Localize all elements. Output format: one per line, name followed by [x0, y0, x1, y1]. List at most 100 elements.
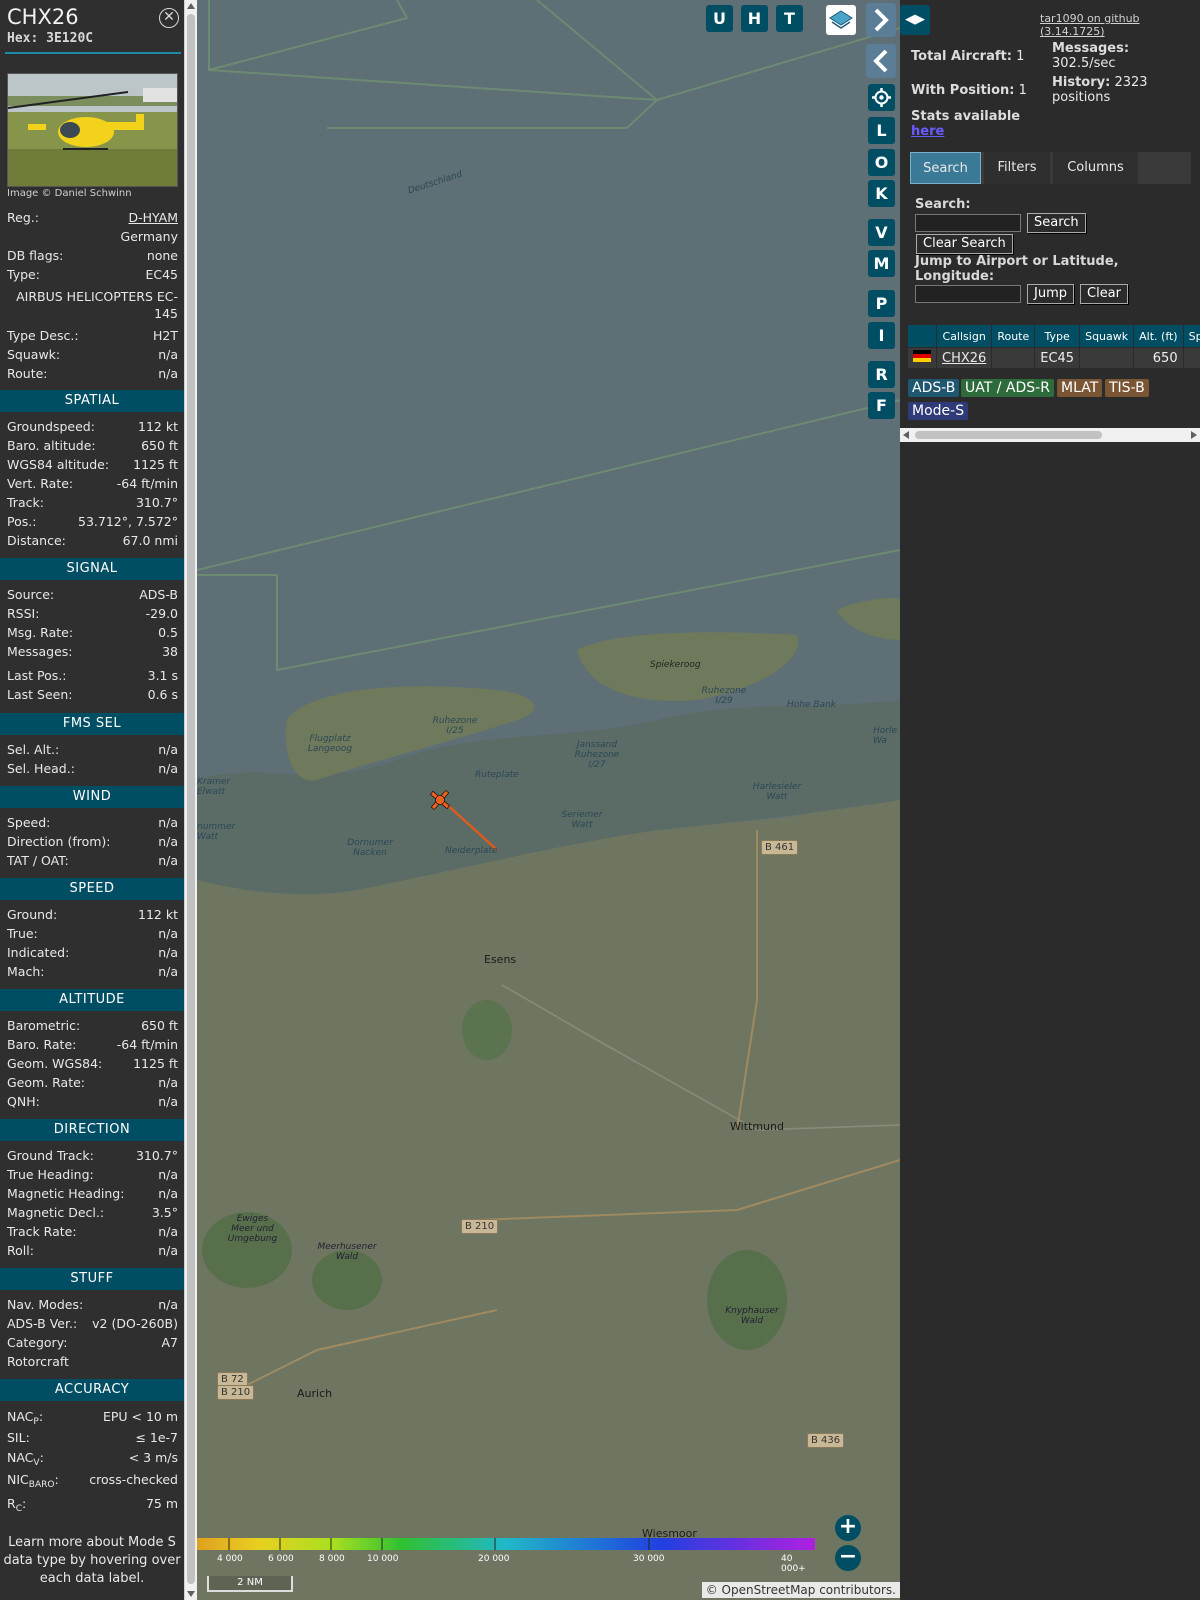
section-fms[interactable]: FMS SEL [0, 713, 184, 735]
section-stuff[interactable]: STUFF [0, 1268, 184, 1290]
indicated-value: n/a [158, 945, 178, 960]
mag-heading-label: Magnetic Heading: [7, 1186, 125, 1201]
qnh-row: QNH: n/a [7, 1094, 178, 1112]
jump-button[interactable]: Jump [1027, 284, 1074, 304]
last-seen-value: 0.6 s [147, 687, 178, 702]
clear-jump-button[interactable]: Clear [1080, 284, 1128, 304]
map-button-m[interactable]: M [868, 250, 895, 277]
type-value: EC45 [145, 267, 178, 282]
map-button-i[interactable]: I [868, 322, 895, 349]
indicated-label: Indicated: [7, 945, 70, 960]
table-scrollbar[interactable] [900, 428, 1200, 442]
row-callsign[interactable]: CHX26 [935, 347, 993, 369]
clear-search-button[interactable]: Clear Search [916, 234, 1013, 254]
altitude-legend: 4 000 6 000 8 000 10 000 20 000 30 000 4… [197, 1538, 817, 1574]
col-squawk[interactable]: Squawk [1079, 324, 1135, 348]
baro-rate-label: Baro. Rate: [7, 1037, 77, 1052]
scrollbar-thumb[interactable] [187, 14, 195, 1584]
col-speed[interactable]: Spd. [1182, 324, 1200, 348]
map-button-h[interactable]: H [741, 5, 768, 32]
label-kramer: Kramer Elwatt [197, 777, 231, 797]
search-input[interactable] [915, 214, 1021, 232]
source-chip-modes[interactable]: Mode-S [908, 402, 969, 420]
map-button-r[interactable]: R [868, 361, 895, 388]
col-type[interactable]: Type [1034, 324, 1081, 348]
reg-link[interactable]: D-HYAM [128, 210, 178, 225]
sel-alt-row: Sel. Alt.: n/a [7, 742, 178, 760]
map-button-o[interactable]: O [868, 149, 895, 176]
search-button[interactable]: Search [1027, 213, 1086, 233]
collapse-left-icon[interactable] [866, 44, 896, 78]
map-button-v[interactable]: V [868, 219, 895, 246]
scroll-down-icon[interactable] [187, 1591, 195, 1597]
alt-tick-40000: 40 000+ [781, 1554, 806, 1574]
section-speed[interactable]: SPEED [0, 878, 184, 900]
road-b436: B 436 [807, 1433, 845, 1448]
map-button-l[interactable]: L [868, 117, 895, 144]
road-b210: B 210 [461, 1219, 499, 1234]
label-neiderplate: Neiderplate [445, 846, 498, 856]
table-scrollbar-thumb[interactable] [915, 431, 1102, 439]
col-altitude[interactable]: Alt. (ft) [1133, 324, 1184, 348]
close-icon[interactable]: ✕ [159, 8, 179, 28]
sil-row: SIL: ≤ 1e-7 [7, 1430, 178, 1448]
track-label: Track: [7, 495, 44, 510]
alt-tick-4000: 4 000 [217, 1554, 243, 1564]
msg-rate-value: 0.5 [158, 625, 178, 640]
source-chip-uat[interactable]: UAT / ADS-R [961, 379, 1054, 397]
geom-wgs-row: Geom. WGS84: 1125 ft [7, 1056, 178, 1074]
scroll-left-icon[interactable] [903, 431, 909, 439]
jump-label: Jump to Airport or Latitude, Longitude: [915, 254, 1119, 284]
distance-label: Distance: [7, 533, 66, 548]
label-spiekeroog: Spiekeroog [650, 660, 701, 670]
layers-icon[interactable] [826, 5, 856, 35]
aircraft-photo[interactable] [7, 73, 178, 187]
col-callsign[interactable]: Callsign [935, 324, 993, 348]
true-heading-label: True Heading: [7, 1167, 94, 1182]
info-panel-scrollbar[interactable] [184, 0, 197, 1600]
zoom-out-button[interactable]: − [835, 1545, 861, 1571]
tab-search[interactable]: Search [910, 152, 981, 184]
map-view[interactable]: Deutschland Spiekeroog Ruhezone I/29 Hoh… [197, 0, 900, 1600]
swap-panels-icon[interactable]: ◀▶ [900, 5, 930, 35]
map-button-k[interactable]: K [868, 180, 895, 207]
table-row[interactable]: CHX26 EC45 650 [907, 347, 1200, 369]
map-button-p[interactable]: P [868, 290, 895, 317]
zoom-in-button[interactable]: + [835, 1515, 861, 1541]
stats-here-link[interactable]: here [911, 124, 944, 139]
source-label: Source: [7, 587, 55, 602]
scroll-right-icon[interactable] [1191, 431, 1197, 439]
section-wind[interactable]: WIND [0, 786, 184, 808]
source-chip-tisb[interactable]: TIS-B [1105, 379, 1149, 397]
source-chip-mlat[interactable]: MLAT [1057, 379, 1103, 397]
alt-tick-10000: 10 000 [367, 1554, 399, 1564]
section-direction[interactable]: DIRECTION [0, 1119, 184, 1141]
map-attribution[interactable]: © OpenStreetMap contributors. [701, 1582, 900, 1598]
github-link[interactable]: tar1090 on github (3.14.1725) [1040, 12, 1200, 38]
section-signal[interactable]: SIGNAL [0, 558, 184, 580]
section-altitude[interactable]: ALTITUDE [0, 989, 184, 1011]
col-route[interactable]: Route [991, 324, 1036, 348]
label-ewiges-meer: Ewiges Meer und Umgebung [227, 1214, 278, 1244]
alt-tick-8000: 8 000 [319, 1554, 345, 1564]
expand-right-icon[interactable] [866, 3, 896, 37]
helicopter-photo-image [8, 74, 177, 186]
mag-heading-row: Magnetic Heading: n/a [7, 1186, 178, 1204]
rc-row: RC: 75 m [7, 1496, 178, 1514]
section-accuracy[interactable]: ACCURACY [0, 1379, 184, 1401]
nacp-value: EPU < 10 m [102, 1409, 178, 1424]
true-speed-label: True: [7, 926, 38, 941]
source-chip-adsb[interactable]: ADS-B [908, 379, 960, 397]
sel-head-value: n/a [158, 761, 178, 776]
map-button-t[interactable]: T [776, 5, 803, 32]
settings-gear-icon[interactable] [868, 84, 895, 111]
tab-columns[interactable]: Columns [1053, 152, 1138, 184]
track-rate-value: n/a [158, 1224, 178, 1239]
section-spatial[interactable]: SPATIAL [0, 390, 184, 412]
scroll-up-icon[interactable] [187, 3, 195, 9]
jump-input[interactable] [915, 285, 1021, 303]
tab-filters[interactable]: Filters [984, 152, 1050, 184]
map-button-f[interactable]: F [868, 392, 895, 419]
nacv-value: < 3 m/s [128, 1450, 178, 1465]
map-button-u[interactable]: U [706, 5, 733, 32]
